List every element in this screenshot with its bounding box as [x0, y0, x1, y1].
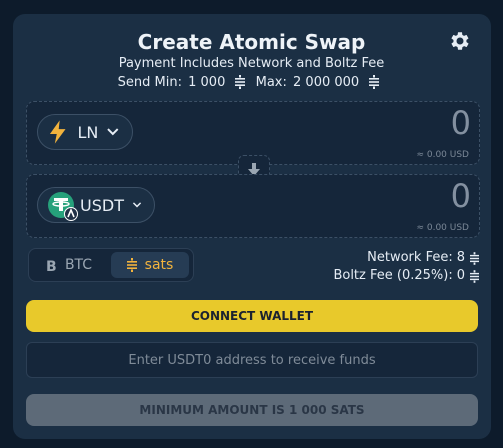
fee-subtitle: Payment Includes Network and Boltz Fee	[118, 56, 385, 71]
sats-unit-icon	[126, 258, 137, 272]
sats-unit-icon	[235, 75, 246, 89]
unit-sats-option[interactable]: sats	[111, 252, 189, 278]
lightning-icon	[49, 120, 66, 144]
boltz-fee-row: Boltz Fee (0.25%): 0	[333, 267, 479, 285]
receive-usd-value: ≈ 0.00 USD	[416, 223, 469, 233]
unit-toggle: B BTC sats	[28, 248, 194, 282]
chevron-down-icon	[107, 128, 119, 136]
create-swap-button[interactable]: MINIMUM AMOUNT IS 1 000 SATS	[26, 394, 478, 426]
send-usd-value: ≈ 0.00 USD	[416, 150, 469, 160]
send-asset-selector[interactable]: LN	[37, 114, 133, 150]
network-fee-value: 8	[456, 250, 465, 265]
arbitrum-badge-icon	[64, 207, 78, 221]
receive-asset-selector[interactable]: USDT	[37, 187, 155, 223]
sats-unit-icon	[470, 251, 479, 265]
receive-asset-label: USDT	[80, 195, 124, 215]
boltz-fee-value: 0	[456, 268, 465, 283]
unit-btc-option[interactable]: B BTC	[33, 252, 105, 278]
receive-address-input[interactable]: Enter USDT0 address to receive funds	[26, 342, 478, 378]
send-min-value: 1 000	[188, 75, 226, 90]
max-value: 2 000 000	[293, 75, 360, 90]
sats-unit-icon	[369, 75, 380, 89]
unit-sats-label: sats	[144, 257, 174, 273]
network-fee-row: Network Fee: 8	[333, 249, 479, 267]
receive-amount-box[interactable]: USDT 0 ≈ 0.00 USD	[26, 174, 480, 238]
page-title: Create Atomic Swap	[137, 30, 366, 54]
boltz-fee-label: Boltz Fee (0.25%):	[333, 268, 453, 283]
bitcoin-icon: B	[46, 259, 57, 273]
sats-unit-icon	[470, 269, 479, 283]
connect-wallet-button[interactable]: CONNECT WALLET	[26, 300, 478, 332]
swap-limits: Send Min: 1 000 Max: 2 000 000	[0, 75, 503, 90]
unit-btc-label: BTC	[64, 257, 93, 273]
usdt-icon	[48, 192, 78, 221]
svg-text:B: B	[46, 259, 57, 273]
send-amount-input[interactable]: 0	[451, 104, 471, 142]
fee-summary: Network Fee: 8 Boltz Fee (0.25%): 0	[333, 249, 479, 285]
chevron-down-icon	[132, 202, 142, 208]
max-label: Max:	[255, 75, 287, 90]
network-fee-label: Network Fee:	[367, 250, 453, 265]
gear-icon[interactable]	[448, 29, 472, 53]
send-min-label: Send Min:	[117, 75, 182, 90]
send-asset-label: LN	[77, 122, 99, 142]
receive-amount-input[interactable]: 0	[451, 177, 471, 215]
